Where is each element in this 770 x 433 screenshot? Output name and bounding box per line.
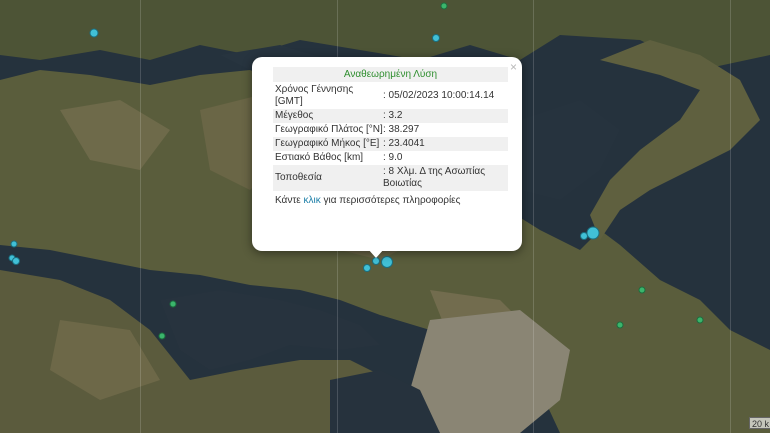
- footer-text-pre: Κάντε: [275, 195, 304, 206]
- earthquake-marker[interactable]: [169, 300, 177, 308]
- earthquake-marker[interactable]: [638, 286, 646, 294]
- row-value: : 05/02/2023 10:00:14.14: [383, 90, 495, 101]
- satellite-map[interactable]: × Αναθεωρημένη Λύση Χρόνος Γέννησης [GMT…: [0, 0, 770, 433]
- earthquake-marker[interactable]: [616, 321, 624, 329]
- earthquake-marker[interactable]: [440, 2, 448, 10]
- earthquake-marker[interactable]: [696, 316, 704, 324]
- close-icon[interactable]: ×: [510, 60, 517, 74]
- popup-title: Αναθεωρημένη Λύση: [273, 67, 508, 82]
- row-value: : 23.4041: [383, 138, 425, 149]
- row-value: : 8 Χλμ. Δ της Ασωπίας Βοιωτίας: [383, 166, 486, 189]
- info-row-magnitude: Μέγεθος : 3.2: [273, 109, 508, 123]
- earthquake-marker[interactable]: [10, 240, 18, 248]
- grid-line: [730, 0, 731, 433]
- footer-text-post: για περισσότερες πληροφορίες: [320, 195, 461, 206]
- more-info-link[interactable]: κλικ: [304, 195, 321, 206]
- earthquake-marker[interactable]: [89, 28, 99, 38]
- row-label: Μέγεθος: [275, 110, 314, 121]
- info-row-longitude: Γεωγραφικό Μήκος [°E] : 23.4041: [273, 137, 508, 151]
- row-value: : 9.0: [383, 152, 403, 163]
- row-label: Χρόνος Γέννησης [GMT]: [275, 84, 354, 107]
- row-label: Γεωγραφικό Μήκος [°E]: [275, 138, 380, 149]
- earthquake-marker[interactable]: [363, 264, 371, 272]
- info-row-origin-time: Χρόνος Γέννησης [GMT] : 05/02/2023 10:00…: [273, 83, 508, 109]
- grid-line: [140, 0, 141, 433]
- earthquake-marker[interactable]: [12, 257, 20, 265]
- row-value: : 3.2: [383, 110, 403, 121]
- row-value: : 38.297: [383, 124, 420, 135]
- info-row-depth: Εστιακό Βάθος [km] : 9.0: [273, 151, 508, 165]
- row-label: Γεωγραφικό Πλάτος [°N]: [275, 124, 383, 135]
- earthquake-marker[interactable]: [432, 34, 440, 42]
- row-label: Τοποθεσία: [275, 172, 322, 183]
- earthquake-marker[interactable]: [372, 257, 380, 265]
- row-label: Εστιακό Βάθος [km]: [275, 152, 364, 163]
- scale-bar: 20 k: [749, 417, 770, 429]
- info-row-latitude: Γεωγραφικό Πλάτος [°N] : 38.297: [273, 123, 508, 137]
- popup-footer: Κάντε κλικ για περισσότερες πληροφορίες: [273, 195, 508, 206]
- earthquake-marker[interactable]: [158, 332, 166, 340]
- popup-pointer: [368, 249, 384, 258]
- info-row-location: Τοποθεσία : 8 Χλμ. Δ της Ασωπίας Βοιωτία…: [273, 165, 508, 191]
- earthquake-info-popup: × Αναθεωρημένη Λύση Χρόνος Γέννησης [GMT…: [252, 57, 522, 251]
- earthquake-marker[interactable]: [586, 226, 600, 240]
- grid-line: [533, 0, 534, 433]
